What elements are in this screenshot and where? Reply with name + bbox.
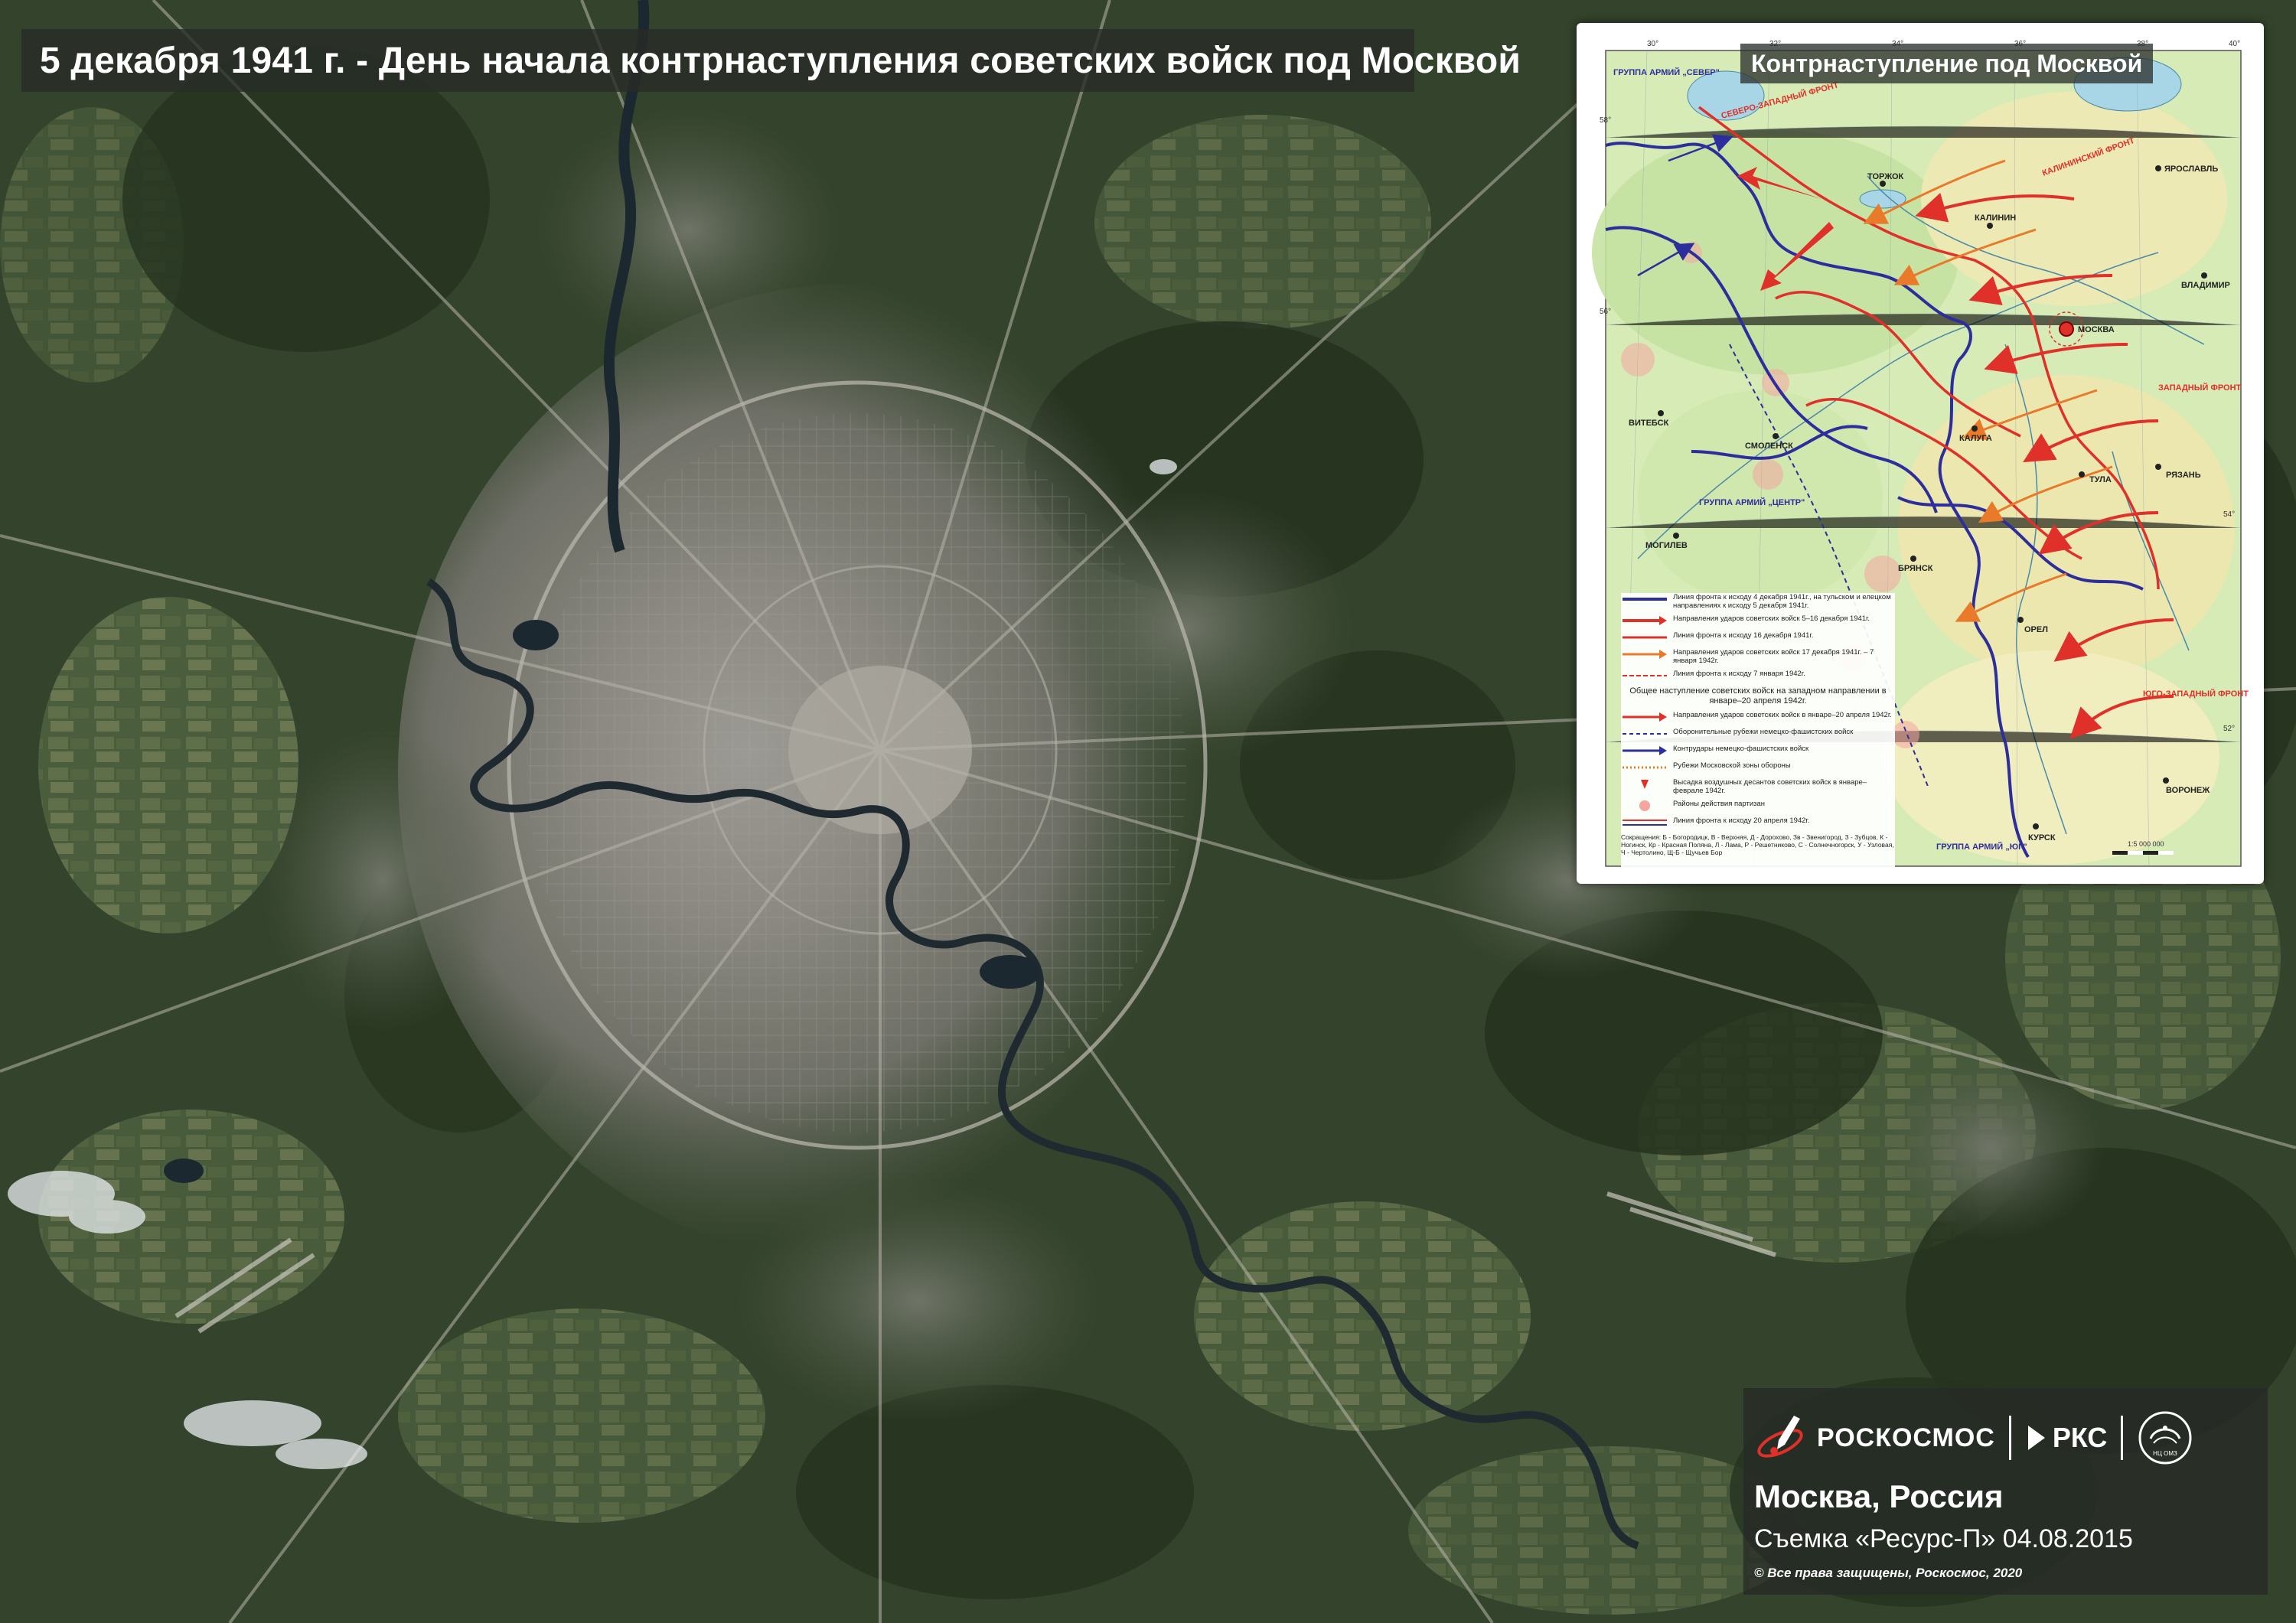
city-label: КАЛИНИН	[1975, 213, 2016, 223]
lon-label: 30°	[1647, 40, 1658, 48]
branding-panel: РОСКОСМОС РКС НЦ ОМЗ Москва, Россия Съем…	[1743, 1388, 2268, 1595]
lat-label: 56°	[1600, 308, 1611, 316]
legend-item: Рубежи Московской зоны обороны	[1621, 761, 1895, 774]
city-label: ОРЕЛ	[2024, 625, 2048, 634]
legend-symbol-airborne	[1641, 780, 1649, 789]
survey-caption: Съемка «Ресурс-П» 04.08.2015	[1754, 1524, 2133, 1553]
army-group-label: ГРУППА АРМИЙ „СЕВЕР"	[1613, 67, 1720, 77]
legend-item: Высадка воздушных десантов советских вой…	[1621, 778, 1895, 795]
legend-symbol-strike-arrow	[1623, 616, 1667, 625]
inset-historical-map: 58° 56° 54° 52° 30° 32° 34° 36° 38° 40°	[1577, 23, 2264, 884]
rks-logo-text: РКС	[2052, 1422, 2108, 1453]
legend-symbol-front-line	[1623, 598, 1667, 601]
legend-symbol-strike-arrow	[1623, 712, 1667, 722]
army-group-label: ГРУППА АРМИЙ „ЦЕНТР"	[1699, 497, 1805, 507]
title-bar: 5 декабря 1941 г. - День начала контрнас…	[21, 29, 1521, 92]
lat-label: 54°	[2223, 510, 2235, 519]
legend-item: Линия фронта к исходу 4 декабря 1941г., …	[1621, 593, 1895, 610]
city-label: ТУЛА	[2089, 475, 2112, 484]
city-label: КАЛУГА	[1959, 434, 1992, 443]
legend-item: Линия фронта к исходу 20 апреля 1942г.	[1621, 816, 1895, 829]
city-label: ВИТЕБСК	[1629, 419, 1669, 428]
lat-label: 52°	[2223, 725, 2235, 733]
legend-item: Районы действия партизан	[1621, 800, 1895, 812]
city-label: МОГИЛЕВ	[1645, 541, 1688, 550]
legend-item: Линия фронта к исходу 7 января 1942г.	[1621, 670, 1895, 682]
city-label: ВОРОНЕЖ	[2166, 786, 2210, 795]
inset-map-title: Контрнаступление под Москвой	[1740, 44, 2154, 83]
satellite-map-view: 5 декабря 1941 г. - День начала контрнас…	[0, 0, 2296, 1623]
legend-symbol-defense-zone	[1623, 766, 1667, 769]
page-title: 5 декабря 1941 г. - День начала контрнас…	[40, 40, 1521, 81]
legend-symbol-front-line	[1623, 636, 1667, 639]
roscosmos-logo-text: РОСКОСМОС	[1817, 1423, 1995, 1452]
legend-item: Направления ударов советских войск 5–16 …	[1621, 614, 1895, 627]
legend-item: Направления ударов советских войск в янв…	[1621, 711, 1895, 723]
rocket-orbit-icon	[1757, 1416, 1803, 1458]
lon-label: 40°	[2229, 40, 2240, 48]
front-label: ЮГО-ЗАПАДНЫЙ ФРОНТ	[2143, 689, 2249, 699]
copyright-notice: © Все права защищены, Роскосмос, 2020	[1754, 1566, 2023, 1580]
city-label: ТОРЖОК	[1867, 172, 1904, 181]
city-label: БРЯНСК	[1898, 564, 1933, 573]
scale-bar	[2112, 851, 2174, 855]
inset-map-legend: Линия фронта к исходу 4 декабря 1941г., …	[1621, 593, 1895, 884]
city-label: РЯЗАНЬ	[2166, 471, 2201, 480]
city-label: СМОЛЕНСК	[1745, 442, 1793, 451]
location-label: Москва, Россия	[1754, 1478, 2004, 1514]
army-group-label: ГРУППА АРМИЙ „ЮГ"	[1936, 842, 2027, 852]
legend-item: Оборонительные рубежи немецко-фашистских…	[1621, 728, 1895, 740]
lat-label: 58°	[1600, 116, 1611, 125]
satellite-dish-emblem-icon: НЦ ОМЗ	[2138, 1411, 2192, 1465]
legend-symbol-defensive-line	[1623, 733, 1667, 735]
legend-symbol-counterstrike	[1623, 746, 1667, 755]
city-label: ВЛАДИМИР	[2181, 281, 2230, 290]
legend-item: Направления ударов советских войск 17 де…	[1621, 648, 1895, 665]
city-label: МОСКВА	[2078, 325, 2115, 334]
legend-section-heading: Общее наступление советских войск на зап…	[1629, 686, 1887, 706]
legend-symbol-front-line	[1623, 820, 1667, 826]
legend-item: Линия фронта к исходу 16 декабря 1941г.	[1621, 631, 1895, 644]
city-label: КУРСК	[2028, 833, 2056, 842]
legend-symbol-partisans	[1639, 800, 1650, 811]
rks-flag-icon	[2027, 1426, 2045, 1450]
front-label: ЗАПАДНЫЙ ФРОНТ	[2158, 383, 2242, 393]
svg-text:НЦ ОМЗ: НЦ ОМЗ	[2154, 1450, 2178, 1457]
logo-separator	[2121, 1416, 2124, 1460]
logo-separator	[2008, 1416, 2011, 1460]
logo-row: РОСКОСМОС РКС НЦ ОМЗ	[1754, 1403, 2259, 1472]
scale-label: 1:5 000 000	[2128, 840, 2164, 848]
legend-item: Контрудары немецко-фашистских войск	[1621, 745, 1895, 757]
legend-symbol-front-line	[1623, 675, 1667, 676]
city-label: ЯРОСЛАВЛЬ	[2164, 165, 2218, 174]
legend-abbreviations: Сокращения: Б - Богородицк, В - Верхняя,…	[1621, 833, 1894, 856]
legend-symbol-strike-arrow	[1623, 650, 1667, 659]
